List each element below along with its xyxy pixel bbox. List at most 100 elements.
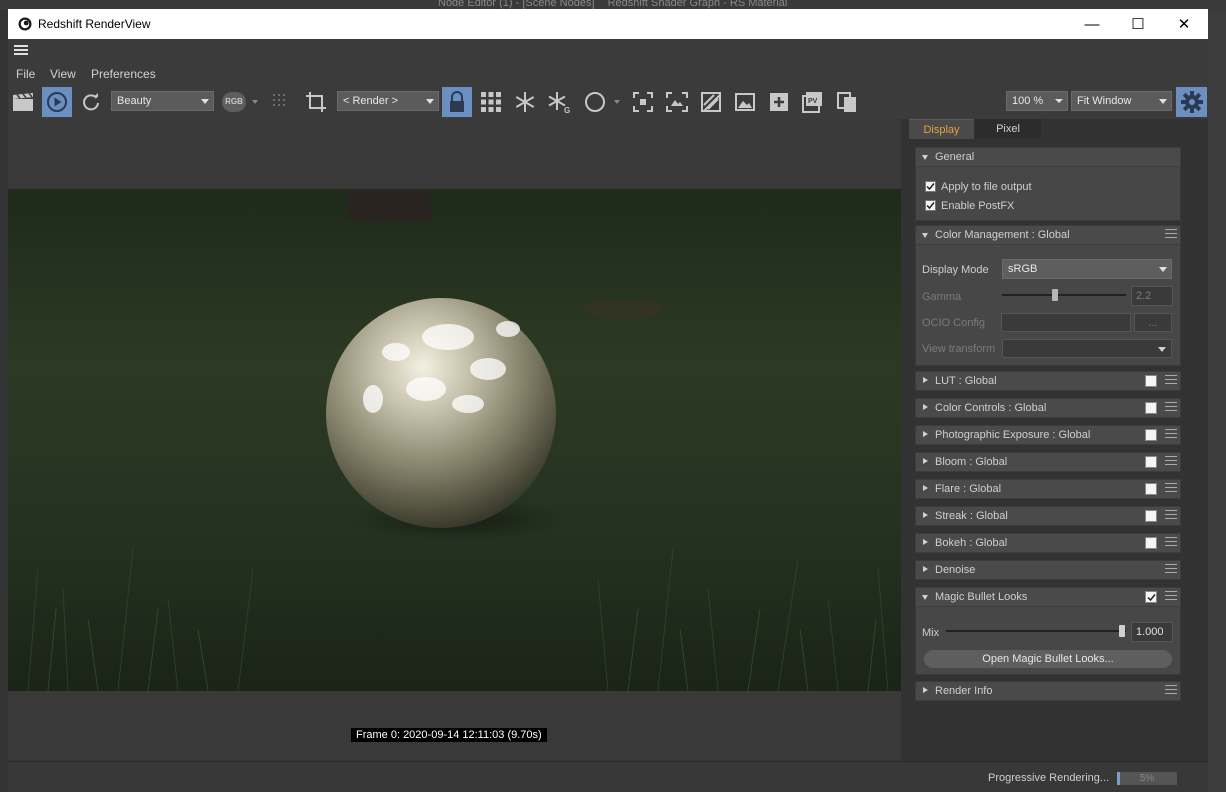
diagonal-icon[interactable] bbox=[696, 87, 726, 117]
section-menu-icon[interactable] bbox=[1165, 591, 1177, 603]
flare-title: Flare : Global bbox=[935, 483, 1002, 495]
section-menu-icon[interactable] bbox=[1165, 429, 1177, 441]
background-tabs: Node Editor (1) - [Scene Nodes] Redshift… bbox=[438, 0, 797, 9]
color-management-header[interactable]: Color Management : Global bbox=[915, 225, 1181, 245]
general-title: General bbox=[935, 151, 975, 163]
bokeh-enable-checkbox[interactable] bbox=[1145, 537, 1157, 549]
aov-select[interactable]: Beauty bbox=[111, 91, 214, 111]
streak-header[interactable]: Streak : Global bbox=[915, 506, 1181, 526]
focus-icon[interactable] bbox=[628, 87, 658, 117]
section-menu-icon[interactable] bbox=[1165, 564, 1177, 576]
section-menu-icon[interactable] bbox=[1165, 510, 1177, 522]
display-mode-select[interactable]: sRGB bbox=[1002, 259, 1172, 279]
lut-enable-checkbox[interactable] bbox=[1145, 375, 1157, 387]
pv-icon[interactable]: PV bbox=[798, 87, 828, 117]
denoise-header[interactable]: Denoise bbox=[915, 560, 1181, 580]
color-controls-header[interactable]: Color Controls : Global bbox=[915, 398, 1181, 418]
chevron-down-icon bbox=[426, 99, 434, 104]
photographic-exposure-enable-checkbox[interactable] bbox=[1145, 429, 1157, 441]
gamma-value-field[interactable]: 2.2 bbox=[1131, 286, 1173, 306]
streak-title: Streak : Global bbox=[935, 510, 1008, 522]
cinema4d-logo-icon bbox=[18, 17, 32, 31]
gamma-label: Gamma bbox=[922, 291, 962, 303]
rgb-channel-icon[interactable]: RGB bbox=[222, 92, 246, 112]
snowflake-icon[interactable] bbox=[510, 87, 540, 117]
flare-header[interactable]: Flare : Global bbox=[915, 479, 1181, 499]
render-info-header[interactable]: Render Info bbox=[915, 681, 1181, 701]
dots-grid-icon[interactable] bbox=[266, 87, 296, 117]
apply-to-file-label: Apply to file output bbox=[941, 181, 1032, 193]
snowflake-g-icon[interactable]: G bbox=[544, 87, 574, 117]
section-menu-icon[interactable] bbox=[1165, 483, 1177, 495]
background-tab-node-editor[interactable]: Node Editor (1) - [Scene Nodes] bbox=[438, 0, 595, 9]
ocio-browse-button[interactable]: ... bbox=[1134, 313, 1172, 332]
tab-display[interactable]: Display bbox=[909, 119, 974, 139]
bokeh-header[interactable]: Bokeh : Global bbox=[915, 533, 1181, 553]
apply-to-file-checkbox[interactable] bbox=[925, 181, 936, 192]
gamma-slider-track[interactable] bbox=[1002, 294, 1126, 296]
zoom-select[interactable]: 100 % bbox=[1006, 91, 1068, 111]
streak-enable-checkbox[interactable] bbox=[1145, 510, 1157, 522]
copy-icon[interactable] bbox=[832, 87, 862, 117]
window-title: Redshift RenderView bbox=[38, 17, 151, 31]
crop-icon[interactable] bbox=[301, 87, 331, 117]
circle-dropdown-arrow[interactable] bbox=[614, 100, 620, 104]
menu-file[interactable]: File bbox=[16, 67, 35, 81]
close-button[interactable]: ✕ bbox=[1161, 9, 1207, 39]
menu-view[interactable]: View bbox=[50, 67, 76, 81]
collapsed-arrow-icon bbox=[923, 539, 928, 545]
section-menu-icon[interactable] bbox=[1165, 685, 1177, 697]
render-info-title: Render Info bbox=[935, 685, 993, 697]
frame-region-icon[interactable] bbox=[662, 87, 692, 117]
background-tab-shader-graph[interactable]: Redshift Shader Graph - RS Material bbox=[608, 0, 788, 9]
add-image-icon[interactable] bbox=[764, 87, 794, 117]
circle-icon[interactable] bbox=[580, 87, 610, 117]
section-menu-icon[interactable] bbox=[1165, 456, 1177, 468]
hamburger-menu-icon[interactable] bbox=[14, 43, 30, 57]
camera-select[interactable]: < Render > bbox=[337, 91, 439, 111]
section-menu-icon[interactable] bbox=[1165, 537, 1177, 549]
photographic-exposure-header[interactable]: Photographic Exposure : Global bbox=[915, 425, 1181, 445]
render-image bbox=[8, 189, 901, 691]
collapsed-arrow-icon bbox=[923, 431, 928, 437]
enable-postfx-checkbox[interactable] bbox=[925, 200, 936, 211]
open-magic-bullet-button[interactable]: Open Magic Bullet Looks... bbox=[924, 650, 1172, 668]
lock-button[interactable] bbox=[442, 87, 472, 117]
channel-dropdown-arrow[interactable] bbox=[252, 100, 258, 104]
view-transform-label: View transform bbox=[922, 343, 996, 355]
bloom-enable-checkbox[interactable] bbox=[1145, 456, 1157, 468]
tab-pixel[interactable]: Pixel bbox=[975, 119, 1041, 139]
settings-button[interactable] bbox=[1176, 87, 1207, 117]
ocio-config-field[interactable] bbox=[1001, 313, 1131, 332]
section-menu-icon[interactable] bbox=[1165, 402, 1177, 414]
clapboard-icon[interactable] bbox=[8, 87, 38, 117]
magic-bullet-enable-checkbox[interactable] bbox=[1145, 591, 1157, 603]
image-icon[interactable] bbox=[730, 87, 760, 117]
general-header[interactable]: General bbox=[915, 147, 1181, 167]
svg-text:PV: PV bbox=[808, 98, 818, 105]
mix-slider-handle[interactable] bbox=[1119, 625, 1125, 637]
section-menu-icon[interactable] bbox=[1165, 375, 1177, 387]
chevron-down-icon bbox=[1055, 99, 1063, 103]
lut-title: LUT : Global bbox=[935, 375, 997, 387]
bloom-header[interactable]: Bloom : Global bbox=[915, 452, 1181, 472]
menu-preferences[interactable]: Preferences bbox=[91, 67, 156, 81]
checkmark-icon bbox=[926, 202, 935, 210]
section-menu-icon[interactable] bbox=[1165, 229, 1177, 241]
mix-value-field[interactable]: 1.000 bbox=[1131, 622, 1173, 642]
svg-text:G: G bbox=[564, 106, 570, 113]
minimize-button[interactable]: — bbox=[1069, 9, 1115, 39]
grid-icon[interactable] bbox=[476, 87, 506, 117]
play-render-button[interactable] bbox=[42, 87, 72, 117]
view-transform-select[interactable] bbox=[1002, 339, 1172, 358]
flare-enable-checkbox[interactable] bbox=[1145, 483, 1157, 495]
lut-header[interactable]: LUT : Global bbox=[915, 371, 1181, 391]
color-controls-enable-checkbox[interactable] bbox=[1145, 402, 1157, 414]
gamma-slider-handle[interactable] bbox=[1052, 289, 1058, 301]
fit-select[interactable]: Fit Window bbox=[1071, 91, 1172, 111]
magic-bullet-header[interactable]: Magic Bullet Looks bbox=[915, 587, 1181, 607]
mix-slider-track[interactable] bbox=[946, 630, 1126, 632]
refresh-icon[interactable] bbox=[76, 87, 106, 117]
maximize-button[interactable]: ☐ bbox=[1115, 9, 1161, 39]
expanded-arrow-icon bbox=[922, 155, 928, 160]
